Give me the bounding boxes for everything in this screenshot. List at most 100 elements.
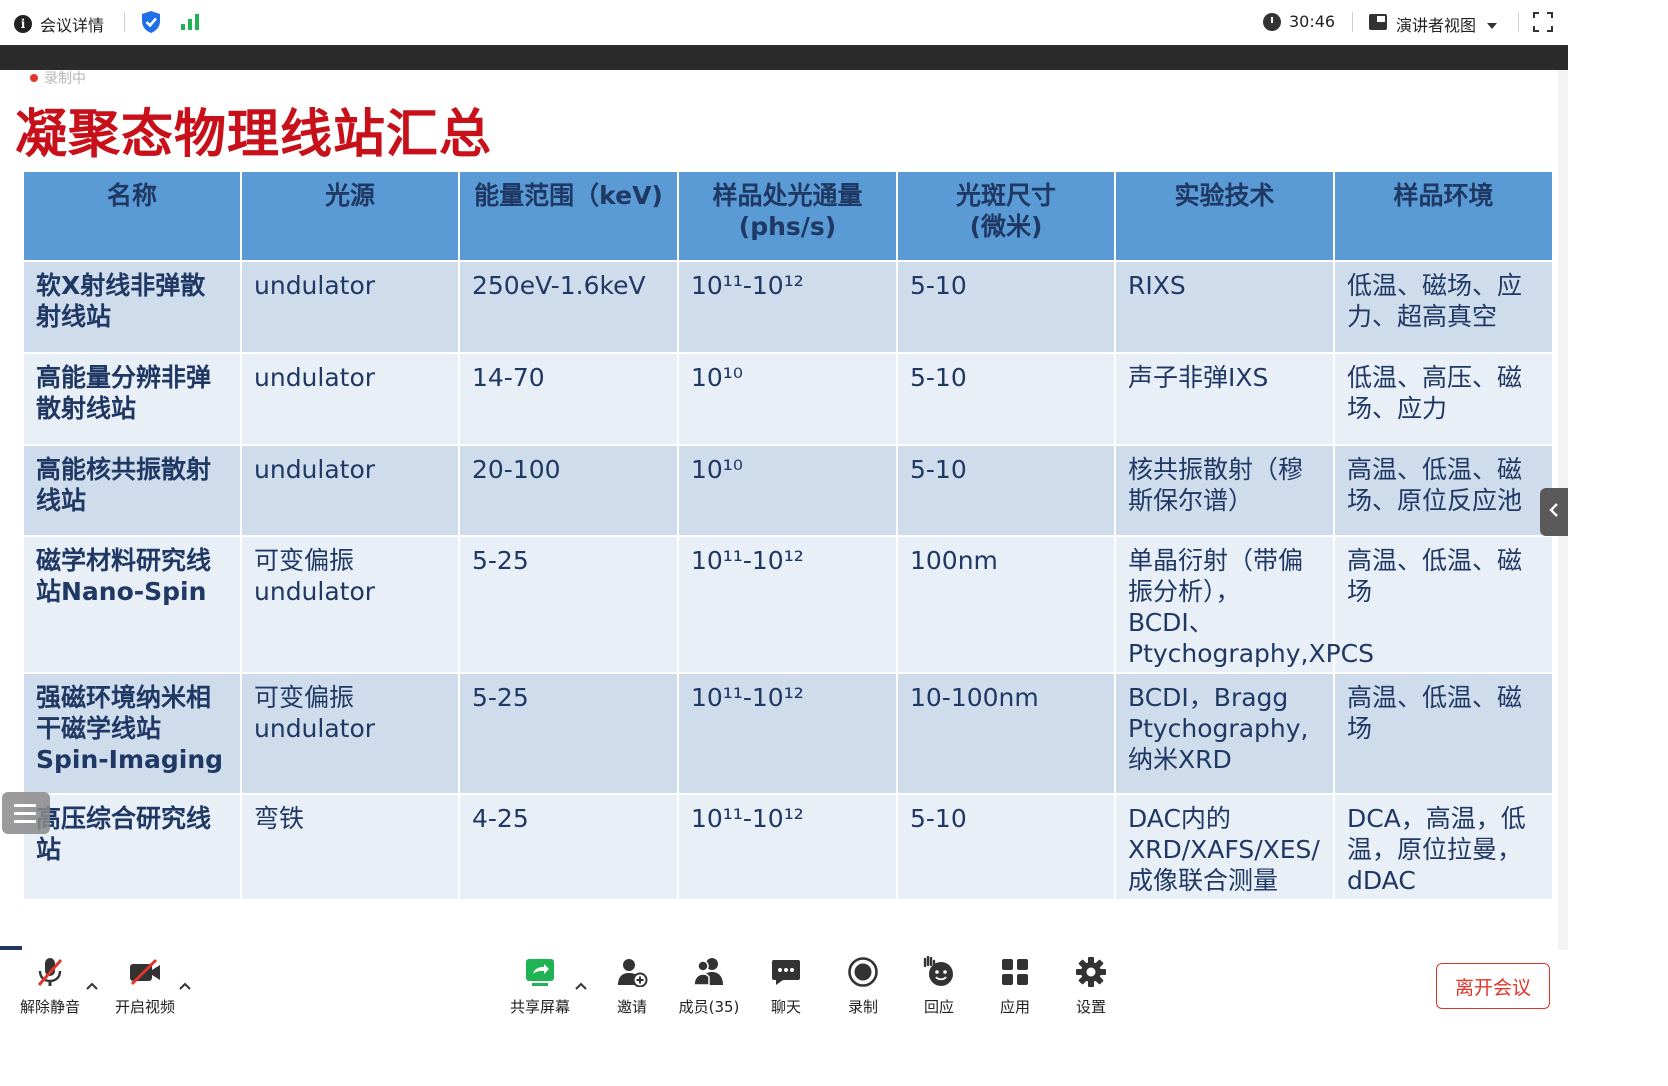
layout-icon (1368, 13, 1388, 35)
source-cell: undulator (240, 444, 460, 537)
column-header: 样品环境 (1333, 170, 1554, 262)
share-screen-icon (523, 955, 557, 988)
participant-list-toggle[interactable] (2, 792, 50, 834)
settings-label: 设置 (1075, 998, 1106, 1016)
signal-strength-icon[interactable] (180, 13, 200, 35)
column-header: 名称 (22, 170, 242, 262)
chevron-up-icon[interactable] (85, 978, 99, 992)
source-cell: undulator (240, 352, 460, 446)
environment-cell: 低温、磁场、应力、超高真空 (1333, 260, 1554, 354)
start-video-label: 开启视频 (114, 998, 175, 1016)
settings-button[interactable]: 设置 (1051, 955, 1131, 1017)
list-icon-line (14, 819, 36, 823)
start-video-button[interactable]: 开启视频 (105, 955, 185, 1017)
record-dot-icon (30, 74, 38, 82)
environment-cell: 高温、低温、磁场、原位反应池 (1333, 444, 1554, 537)
environment-cell: DCA，高温，低温，原位拉曼，dDAC (1333, 793, 1554, 901)
collapse-panel-tab[interactable] (1540, 488, 1568, 536)
station-name: 高压综合研究线站 (22, 793, 242, 901)
column-header: 光斑尺寸 (微米) (896, 170, 1116, 262)
meeting-timer: 30:46 (1263, 12, 1335, 31)
shield-icon[interactable] (140, 10, 162, 38)
chevron-up-icon[interactable] (574, 978, 588, 992)
spot-cell: 5-10 (896, 352, 1116, 446)
environment-cell: 高温、低温、磁场 (1333, 672, 1554, 795)
gear-icon (1074, 955, 1108, 988)
station-name: 磁学材料研究线站Nano-Spin (22, 535, 242, 674)
technique-cell: 核共振散射（穆斯保尔谱） (1114, 444, 1335, 537)
source-cell: 可变偏振undulator (240, 672, 460, 795)
invite-label: 邀请 (616, 998, 647, 1016)
meeting-toolbar: 解除静音 开启视频 共享屏幕 邀请 成员(35) 聊天 录制 回应 应用 设置 … (0, 950, 1568, 1022)
meeting-info-button[interactable]: i 会议详情 (14, 12, 104, 36)
table-row: 磁学材料研究线站Nano-Spin 可变偏振undulator 5-25 10¹… (22, 535, 1554, 674)
recording-indicator: 录制中 (30, 70, 86, 87)
timer-text: 30:46 (1289, 12, 1336, 31)
video-off-icon (128, 955, 162, 988)
invite-button[interactable]: 邀请 (592, 955, 672, 1017)
chevron-up-icon[interactable] (178, 978, 192, 992)
list-icon-line (14, 811, 36, 815)
table-row: 强磁环境纳米相干磁学线站Spin-Imaging 可变偏振undulator 5… (22, 672, 1554, 795)
table-row: 软X射线非弹散射线站 undulator 250eV-1.6keV 10¹¹-1… (22, 260, 1554, 354)
members-button[interactable]: 成员(35) (669, 955, 749, 1017)
apps-grid-icon (998, 955, 1032, 988)
flux-cell: 10¹¹-10¹² (677, 672, 898, 795)
apps-button[interactable]: 应用 (975, 955, 1055, 1017)
energy-cell: 5-25 (458, 535, 679, 674)
spot-cell: 100nm (896, 535, 1116, 674)
members-icon (692, 955, 726, 988)
source-cell: undulator (240, 260, 460, 354)
clock-icon (1263, 12, 1281, 31)
flux-cell: 10¹¹-10¹² (677, 535, 898, 674)
unmute-button[interactable]: 解除静音 (10, 955, 90, 1017)
reaction-hand-icon (922, 955, 956, 988)
share-screen-label: 共享屏幕 (509, 998, 570, 1016)
station-name: 高能量分辨非弹散射线站 (22, 352, 242, 446)
chat-button[interactable]: 聊天 (746, 955, 826, 1017)
list-icon-line (14, 803, 36, 807)
chevron-down-icon (1486, 15, 1498, 34)
source-cell: 可变偏振undulator (240, 535, 460, 674)
slide-title: 凝聚态物理线站汇总 (15, 105, 493, 165)
reactions-button[interactable]: 回应 (899, 955, 979, 1017)
shared-slide: 录制中 凝聚态物理线站汇总 名称 光源 能量范围（keV) 样品处光通量 (ph… (0, 70, 1568, 1004)
table-row: 高能核共振散射线站 undulator 20-100 10¹⁰ 5-10 核共振… (22, 444, 1554, 537)
leave-meeting-button[interactable]: 离开会议 (1436, 963, 1550, 1009)
station-name: 软X射线非弹散射线站 (22, 260, 242, 354)
chevron-left-icon (1549, 502, 1559, 523)
spot-cell: 5-10 (896, 260, 1116, 354)
recording-label: 录制中 (44, 71, 86, 87)
environment-cell: 低温、高压、磁场、应力 (1333, 352, 1554, 446)
fullscreen-icon[interactable] (1533, 12, 1553, 36)
members-label: 成员(35) (678, 998, 740, 1016)
flux-cell: 10¹⁰ (677, 352, 898, 446)
record-button[interactable]: 录制 (823, 955, 903, 1017)
technique-cell: BCDI，Bragg Ptychography,纳米XRD (1114, 672, 1335, 795)
chat-label: 聊天 (770, 998, 801, 1016)
mic-muted-icon (33, 955, 67, 988)
chat-icon (769, 955, 803, 988)
view-mode-dropdown[interactable]: 演讲者视图 (1368, 12, 1498, 36)
column-header: 样品处光通量 (phs/s) (677, 170, 898, 262)
station-name: 高能核共振散射线站 (22, 444, 242, 537)
record-icon (846, 955, 880, 988)
beamline-table: 名称 光源 能量范围（keV) 样品处光通量 (phs/s) 光斑尺寸 (微米)… (22, 170, 1554, 901)
reactions-label: 回应 (923, 998, 954, 1016)
energy-cell: 250eV-1.6keV (458, 260, 679, 354)
technique-cell: DAC内的XRD/XAFS/XES/成像联合测量 (1114, 793, 1335, 901)
divider (1352, 12, 1353, 32)
energy-cell: 20-100 (458, 444, 679, 537)
technique-cell: 单晶衍射（带偏振分析），BCDI、Ptychography,XPCS (1114, 535, 1374, 674)
table-row: 高压综合研究线站 弯铁 4-25 10¹¹-10¹² 5-10 DAC内的XRD… (22, 793, 1554, 901)
column-header: 光源 (240, 170, 460, 262)
flux-cell: 10¹⁰ (677, 444, 898, 537)
info-icon: i (14, 15, 32, 33)
divider (1518, 12, 1519, 32)
energy-cell: 4-25 (458, 793, 679, 901)
view-mode-label: 演讲者视图 (1396, 16, 1477, 35)
table-row: 高能量分辨非弹散射线站 undulator 14-70 10¹⁰ 5-10 声子… (22, 352, 1554, 446)
share-screen-button[interactable]: 共享屏幕 (500, 955, 580, 1017)
source-cell: 弯铁 (240, 793, 460, 901)
spot-cell: 5-10 (896, 793, 1116, 901)
